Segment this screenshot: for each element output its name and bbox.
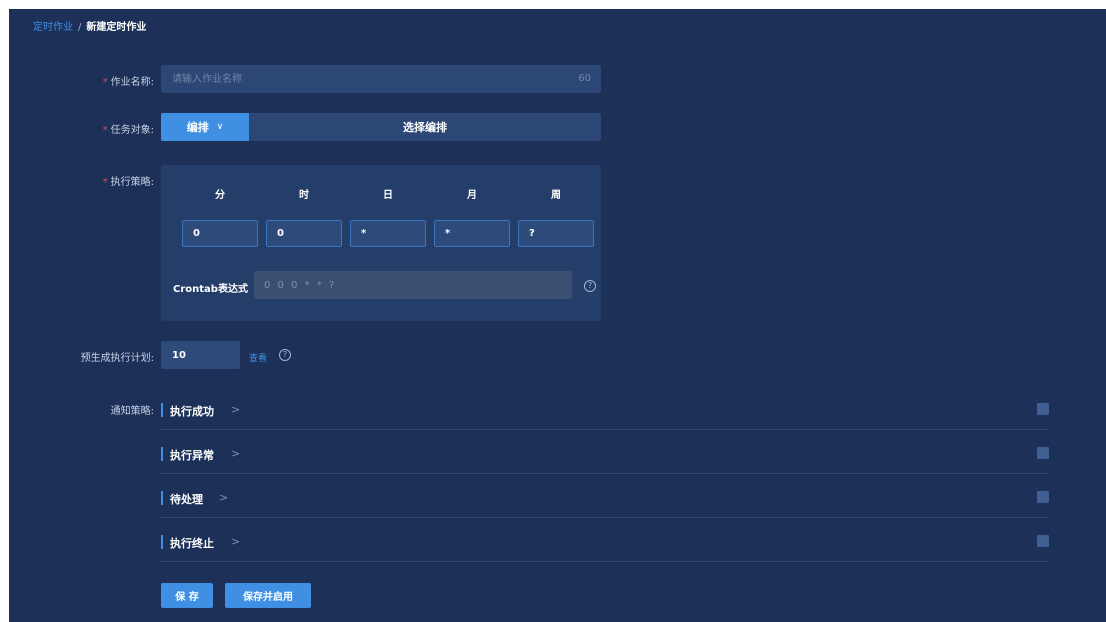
cron-minute-input[interactable] <box>182 220 258 247</box>
breadcrumb: 定时作业 / 新建定时作业 <box>33 18 146 33</box>
save-and-enable-button[interactable]: 保存并启用 <box>225 583 311 608</box>
notify-label: 通知策略: <box>110 406 154 417</box>
task-object-label: * 任务对象: <box>49 121 154 136</box>
strategy-label-text: 执行策略: <box>110 177 154 188</box>
cron-header-week: 周 <box>551 190 561 201</box>
chevron-right-icon: > <box>219 491 229 504</box>
cron-header-hour: 时 <box>299 190 309 201</box>
notify-checkbox[interactable] <box>1037 403 1049 415</box>
page: 定时作业/新建定时作业 *作业名称: 60 *任务对象: 编排 ∨ 选择编排 *… <box>9 9 1106 622</box>
help-circle-icon[interactable]: ? <box>279 349 291 361</box>
notify-accent-bar <box>161 535 163 549</box>
chevron-right-icon: > <box>231 447 241 460</box>
notify-title: 待处理 <box>170 493 203 506</box>
chevron-down-icon: ∨ <box>216 122 224 132</box>
crontab-label: Crontab表达式 <box>173 284 248 295</box>
notify-accent-bar <box>161 447 163 461</box>
notify-accent-bar <box>161 403 163 417</box>
save-button[interactable]: 保 存 <box>161 583 213 608</box>
notify-title: 执行异常 <box>170 449 214 462</box>
notify-row-success[interactable]: 执行成功 > <box>161 399 1049 430</box>
job-name-counter: 60 <box>578 73 591 84</box>
notify-title: 执行成功 <box>170 405 214 418</box>
chevron-right-icon: > <box>231 535 241 548</box>
notify-checkbox[interactable] <box>1037 535 1049 547</box>
notify-row-terminated[interactable]: 执行终止 > <box>161 531 1049 562</box>
breadcrumb-parent-link[interactable]: 定时作业 <box>33 22 73 33</box>
cron-strategy-panel: 分 时 日 月 周 Crontab表达式 ? <box>161 165 601 321</box>
notify-checkbox[interactable] <box>1037 491 1049 503</box>
help-circle-icon[interactable]: ? <box>584 280 596 292</box>
view-plan-link[interactable]: 查看 <box>249 351 267 364</box>
task-type-label: 编排 <box>186 121 209 134</box>
task-object-label-text: 任务对象: <box>110 125 154 136</box>
required-mark: * <box>102 177 108 188</box>
job-name-label-text: 作业名称: <box>110 77 154 88</box>
cron-day-input[interactable] <box>350 220 426 247</box>
cron-month-input[interactable] <box>434 220 510 247</box>
plan-count-input[interactable] <box>161 341 240 369</box>
notify-checkbox[interactable] <box>1037 447 1049 459</box>
chevron-right-icon: > <box>231 403 241 416</box>
task-object-field: 编排 ∨ 选择编排 <box>161 113 601 141</box>
breadcrumb-current: 新建定时作业 <box>86 22 147 33</box>
task-type-dropdown[interactable]: 编排 ∨ <box>161 113 249 141</box>
cron-week-input[interactable] <box>518 220 594 247</box>
plan-label: 预生成执行计划: <box>80 353 154 364</box>
job-name-label: * 作业名称: <box>49 73 154 88</box>
job-name-field: 60 <box>161 65 601 93</box>
required-mark: * <box>102 125 108 136</box>
cron-header-month: 月 <box>467 190 477 201</box>
crontab-expression-input <box>254 271 572 299</box>
notify-row-error[interactable]: 执行异常 > <box>161 443 1049 474</box>
job-name-input[interactable] <box>161 65 601 93</box>
notify-row-pending[interactable]: 待处理 > <box>161 487 1049 518</box>
notify-title: 执行终止 <box>170 537 214 550</box>
breadcrumb-separator: / <box>78 22 82 33</box>
cron-header-minute: 分 <box>215 190 225 201</box>
notify-accent-bar <box>161 491 163 505</box>
cron-hour-input[interactable] <box>266 220 342 247</box>
cron-header-day: 日 <box>383 190 393 201</box>
required-mark: * <box>102 77 108 88</box>
select-orchestration-button[interactable]: 选择编排 <box>249 113 601 141</box>
strategy-label: * 执行策略: <box>49 173 154 188</box>
